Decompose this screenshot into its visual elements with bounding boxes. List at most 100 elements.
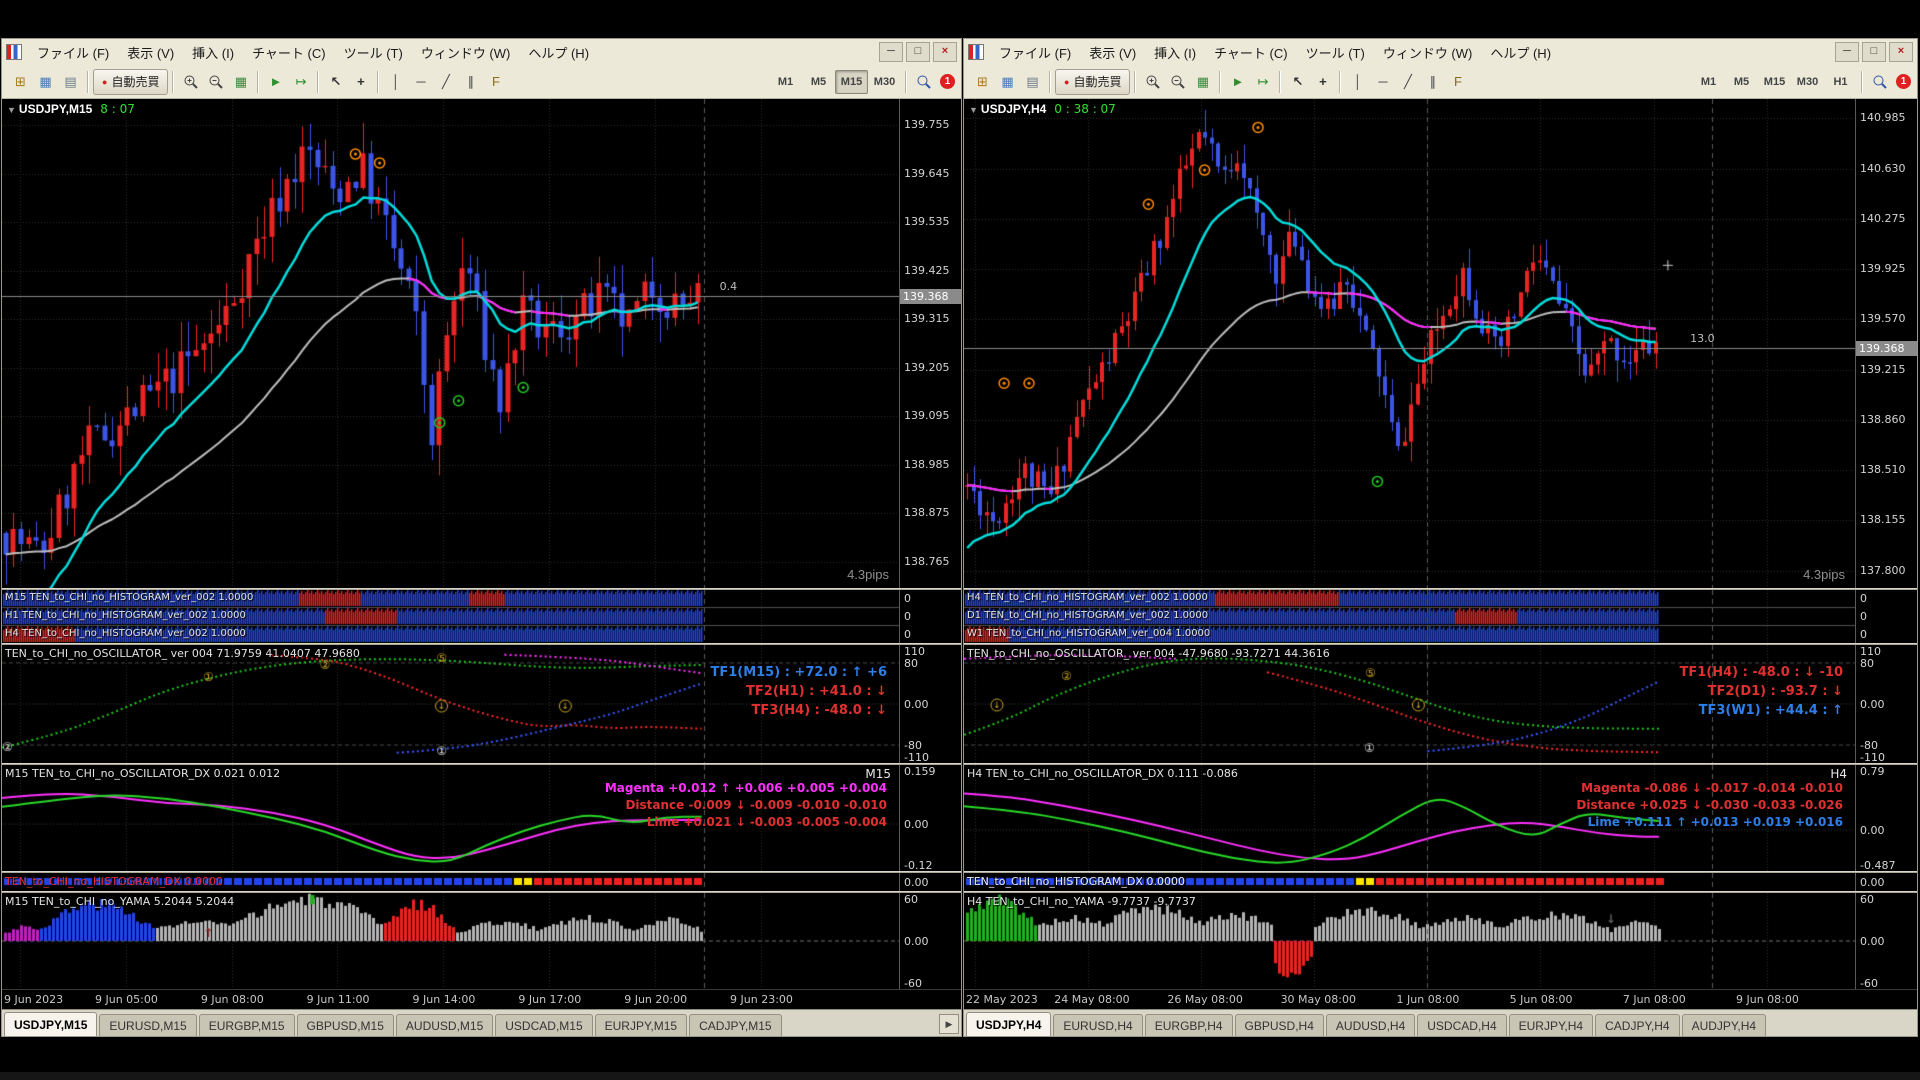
auto-scroll-icon[interactable]: ► xyxy=(1225,70,1250,94)
menu-help[interactable]: ヘルプ (H) xyxy=(519,40,598,65)
trendline-icon[interactable]: ╱ xyxy=(433,70,458,94)
yama-panel-price-scale[interactable]: 600.00-60 xyxy=(1855,893,1917,989)
close-button[interactable]: × xyxy=(933,42,957,62)
search-icon[interactable] xyxy=(1867,70,1892,94)
tab-usdcad-h4[interactable]: USDCAD,H4 xyxy=(1417,1014,1506,1036)
histogram-dx-strip-price-scale[interactable]: 0.00 xyxy=(1855,873,1917,891)
tab-cadjpy-h4[interactable]: CADJPY,H4 xyxy=(1595,1014,1679,1036)
market-watch-icon[interactable]: ▤ xyxy=(1020,70,1045,94)
profiles-icon[interactable]: ▦ xyxy=(33,70,58,94)
notification-badge[interactable]: 1 xyxy=(940,74,955,89)
minimize-button[interactable]: ─ xyxy=(1835,42,1859,62)
tab-eurusd-h4[interactable]: EURUSD,H4 xyxy=(1053,1014,1142,1036)
timeframe-m1-button[interactable]: M1 xyxy=(1692,70,1725,94)
timeframe-m5-button[interactable]: M5 xyxy=(802,70,835,94)
horizontal-line-icon[interactable]: ─ xyxy=(1370,70,1395,94)
menu-help[interactable]: ヘルプ (H) xyxy=(1481,40,1560,65)
menu-chart[interactable]: チャート (C) xyxy=(243,40,335,65)
chart-shift-icon[interactable]: ↦ xyxy=(1250,70,1275,94)
new-chart-icon[interactable]: ⊞ xyxy=(970,70,995,94)
timeframe-m5-button[interactable]: M5 xyxy=(1725,70,1758,94)
tab-audusd-m15[interactable]: AUDUSD,M15 xyxy=(396,1014,493,1036)
timeframe-m1-button[interactable]: M1 xyxy=(769,70,802,94)
time-axis[interactable]: 22 May 202324 May 08:0026 May 08:0030 Ma… xyxy=(964,989,1917,1010)
timeframe-m30-button[interactable]: M30 xyxy=(868,70,901,94)
menu-view[interactable]: 表示 (V) xyxy=(1080,40,1145,65)
tab-eurusd-m15[interactable]: EURUSD,M15 xyxy=(99,1014,196,1036)
cursor-icon[interactable]: ↖ xyxy=(1285,70,1310,94)
zoom-out-icon[interactable] xyxy=(1165,70,1190,94)
menu-insert[interactable]: 挿入 (I) xyxy=(1145,40,1205,65)
crosshair-icon[interactable]: + xyxy=(348,70,373,94)
vertical-line-icon[interactable]: │ xyxy=(1345,70,1370,94)
histogram-rows[interactable]: 000M15 TEN_to_CHI_no_HISTOGRAM_ver_002 1… xyxy=(2,590,961,643)
yama-panel[interactable]: 600.00-60H4 TEN_to_CHI_no_YAMA -9.7737 -… xyxy=(964,893,1917,989)
tab-eurjpy-m15[interactable]: EURJPY,M15 xyxy=(595,1014,687,1036)
histogram-dx-strip[interactable]: 0.00TEN_to_CHI_no_HISTOGRAM_DX 0.0000 xyxy=(964,873,1917,891)
oscillator-dx-panel[interactable]: 0.1590.00-0.12M15 TEN_to_CHI_no_OSCILLAT… xyxy=(2,765,961,871)
menu-insert[interactable]: 挿入 (I) xyxy=(183,40,243,65)
tab-eurgbp-m15[interactable]: EURGBP,M15 xyxy=(199,1014,295,1036)
tab-audusd-h4[interactable]: AUDUSD,H4 xyxy=(1326,1014,1415,1036)
oscillator-dx-panel[interactable]: 0.790.00-0.487H4 TEN_to_CHI_no_OSCILLATO… xyxy=(964,765,1917,871)
cursor-icon[interactable]: ↖ xyxy=(323,70,348,94)
menu-chart[interactable]: チャート (C) xyxy=(1205,40,1297,65)
horizontal-line-icon[interactable]: ─ xyxy=(408,70,433,94)
histogram-rows-price-scale[interactable]: 000 xyxy=(899,590,961,643)
new-chart-icon[interactable]: ⊞ xyxy=(8,70,33,94)
market-watch-icon[interactable]: ▤ xyxy=(58,70,83,94)
oscillator-panel-price-scale[interactable]: 110800.00-80-110 xyxy=(899,645,961,763)
crosshair-icon[interactable]: + xyxy=(1310,70,1335,94)
minimize-button[interactable]: ─ xyxy=(879,42,903,62)
main-chart[interactable]: 139.755139.645139.535139.425139.315139.2… xyxy=(2,99,961,588)
zoom-out-icon[interactable] xyxy=(203,70,228,94)
search-icon[interactable] xyxy=(911,70,936,94)
oscillator-panel-price-scale[interactable]: 110800.00-80-110 xyxy=(1855,645,1917,763)
restore-button[interactable]: □ xyxy=(1862,42,1886,62)
chart-shift-icon[interactable]: ↦ xyxy=(288,70,313,94)
restore-button[interactable]: □ xyxy=(906,42,930,62)
tab-gbpusd-m15[interactable]: GBPUSD,M15 xyxy=(297,1014,394,1036)
timeframe-m30-button[interactable]: M30 xyxy=(1791,70,1824,94)
equidistant-channel-icon[interactable]: ∥ xyxy=(1420,70,1445,94)
menu-file[interactable]: ファイル (F) xyxy=(990,40,1080,65)
tab-scroll-right-button[interactable]: ▶ xyxy=(939,1014,959,1034)
auto-trade-button[interactable]: ●自動売買 xyxy=(1055,69,1130,95)
chevron-down-icon[interactable]: ▼ xyxy=(969,105,978,115)
profiles-icon[interactable]: ▦ xyxy=(995,70,1020,94)
tab-gbpusd-h4[interactable]: GBPUSD,H4 xyxy=(1235,1014,1324,1036)
notification-badge[interactable]: 1 xyxy=(1896,74,1911,89)
timeframe-h1-button[interactable]: H1 xyxy=(1824,70,1857,94)
tab-eurjpy-h4[interactable]: EURJPY,H4 xyxy=(1509,1014,1593,1036)
histogram-dx-strip[interactable]: 0.00TEN_to_CHI_no_HISTOGRAM_DX 0.0000 xyxy=(2,873,961,891)
yama-panel[interactable]: 600.00-60M15 TEN_to_CHI_no_YAMA 5.2044 5… xyxy=(2,893,961,989)
main-chart-price-scale[interactable]: 139.755139.645139.535139.425139.315139.2… xyxy=(899,99,961,588)
fibonacci-icon[interactable]: F xyxy=(483,70,508,94)
oscillator-dx-panel-price-scale[interactable]: 0.790.00-0.487 xyxy=(1855,765,1917,871)
equidistant-channel-icon[interactable]: ∥ xyxy=(458,70,483,94)
tile-windows-icon[interactable]: ▦ xyxy=(228,70,253,94)
tab-audjpy-h4[interactable]: AUDJPY,H4 xyxy=(1682,1014,1766,1036)
menu-tools[interactable]: ツール (T) xyxy=(1297,40,1374,65)
oscillator-panel[interactable]: 110800.00-80-110TEN_to_CHI_no_OSCILLATOR… xyxy=(964,645,1917,763)
menu-window[interactable]: ウィンドウ (W) xyxy=(412,40,520,65)
auto-scroll-icon[interactable]: ► xyxy=(263,70,288,94)
menu-file[interactable]: ファイル (F) xyxy=(28,40,118,65)
fibonacci-icon[interactable]: F xyxy=(1445,70,1470,94)
tab-eurgbp-h4[interactable]: EURGBP,H4 xyxy=(1145,1014,1233,1036)
timeframe-m15-button[interactable]: M15 xyxy=(1758,70,1791,94)
timeframe-m15-button[interactable]: M15 xyxy=(835,70,868,94)
main-chart-price-scale[interactable]: 140.985140.630140.275139.925139.570139.2… xyxy=(1855,99,1917,588)
tab-cadjpy-m15[interactable]: CADJPY,M15 xyxy=(689,1014,781,1036)
vertical-line-icon[interactable]: │ xyxy=(383,70,408,94)
oscillator-panel[interactable]: 110800.00-80-110TEN_to_CHI_no_OSCILLATOR… xyxy=(2,645,961,763)
menu-tools[interactable]: ツール (T) xyxy=(335,40,412,65)
time-axis[interactable]: 9 Jun 20239 Jun 05:009 Jun 08:009 Jun 11… xyxy=(2,989,961,1010)
chevron-down-icon[interactable]: ▼ xyxy=(7,105,16,115)
zoom-in-icon[interactable] xyxy=(1140,70,1165,94)
tab-usdjpy-m15[interactable]: USDJPY,M15 xyxy=(4,1012,97,1036)
menu-view[interactable]: 表示 (V) xyxy=(118,40,183,65)
histogram-dx-strip-price-scale[interactable]: 0.00 xyxy=(899,873,961,891)
zoom-in-icon[interactable] xyxy=(178,70,203,94)
histogram-rows-price-scale[interactable]: 000 xyxy=(1855,590,1917,643)
